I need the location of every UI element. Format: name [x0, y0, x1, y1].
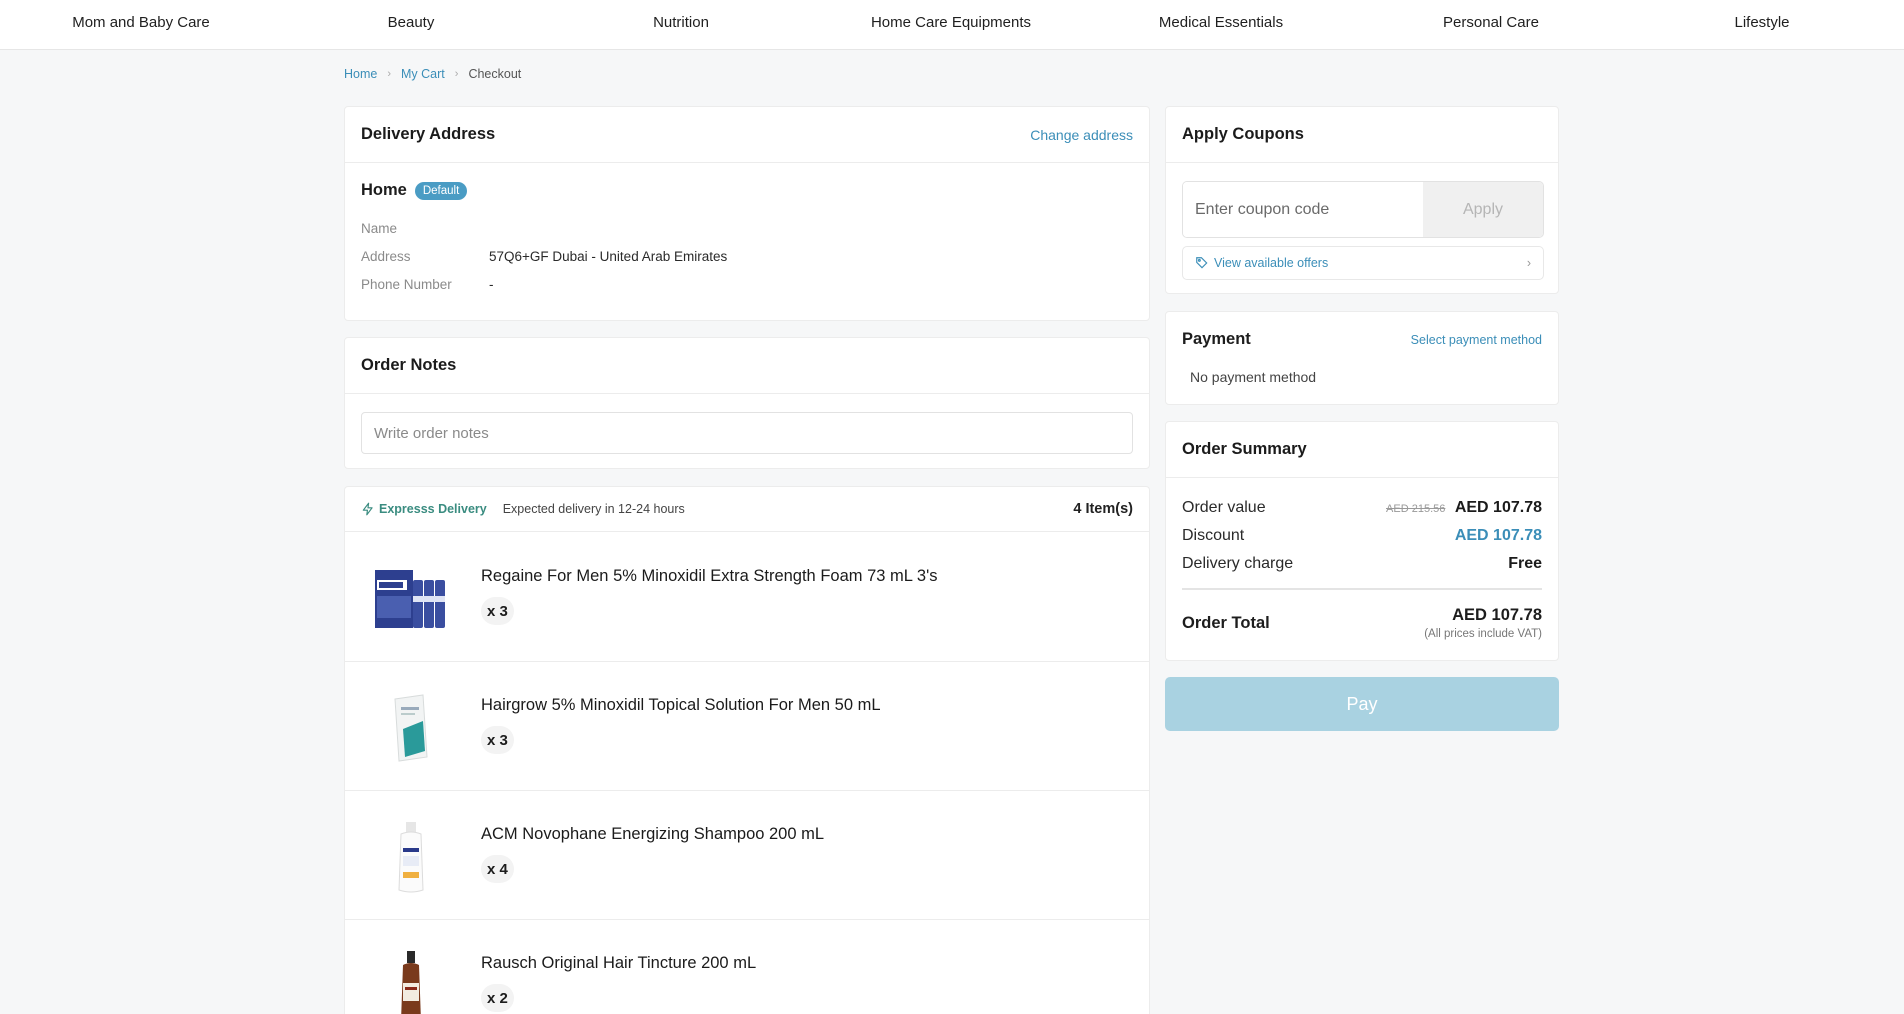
cart-item[interactable]: Regaine For Men 5% Minoxidil Extra Stren… [345, 533, 1149, 662]
expected-delivery-text: Expected delivery in 12-24 hours [502, 502, 685, 516]
default-badge: Default [414, 181, 468, 200]
address-details: Home Default Name Address 57Q6+GF Dubai … [345, 163, 1149, 316]
view-offers-link[interactable]: View available offers › [1182, 246, 1544, 280]
info-row-name: Name [361, 214, 1133, 242]
delivery-charge-row: Delivery charge Free [1182, 552, 1542, 576]
payment-title: Payment [1182, 330, 1251, 348]
nav-item-nutrition[interactable]: Nutrition [653, 0, 709, 50]
nav-item-personal-care[interactable]: Personal Care [1443, 0, 1539, 50]
original-price: AED 215.56 [1386, 503, 1446, 515]
top-navigation: Mom and Baby Care Beauty Nutrition Home … [0, 0, 1904, 50]
product-name[interactable]: ACM Novophane Energizing Shampoo 200 mL [481, 825, 824, 844]
cart-items-card: Expresss Delivery Expected delivery in 1… [344, 486, 1150, 1014]
quantity-badge: x 4 [481, 855, 514, 883]
discount-row: Discount AED 107.78 [1182, 524, 1542, 548]
phone-value: - [489, 276, 494, 292]
product-name[interactable]: Rausch Original Hair Tincture 200 mL [481, 954, 756, 973]
no-payment-method-text: No payment method [1190, 369, 1317, 385]
summary-divider [1182, 588, 1542, 590]
quantity-badge: x 3 [481, 726, 514, 754]
payment-card: Payment Select payment method No payment… [1165, 311, 1559, 405]
express-delivery-label: Expresss Delivery [379, 502, 487, 516]
coupon-field-group: Apply [1182, 181, 1544, 238]
product-image-acm-shampoo[interactable] [373, 821, 449, 893]
item-count: 4 Item(s) [1073, 501, 1133, 517]
nav-item-mom-baby-care[interactable]: Mom and Baby Care [72, 0, 210, 50]
breadcrumb-home[interactable]: Home [344, 67, 377, 81]
order-notes-input[interactable] [361, 412, 1133, 454]
breadcrumb-my-cart[interactable]: My Cart [401, 67, 445, 81]
info-row-phone: Phone Number - [361, 270, 1133, 298]
order-summary-title: Order Summary [1182, 440, 1307, 458]
delivery-address-header: Delivery Address Change address [345, 107, 1149, 163]
express-delivery: Expresss Delivery [361, 502, 487, 516]
address-label: Home [361, 181, 407, 199]
order-notes-header: Order Notes [345, 338, 1149, 394]
change-address-link[interactable]: Change address [1030, 127, 1133, 143]
phone-key: Phone Number [361, 276, 452, 292]
delivery-address-card: Delivery Address Change address Home Def… [344, 106, 1150, 321]
address-value: 57Q6+GF Dubai - United Arab Emirates [489, 248, 728, 264]
order-notes-title: Order Notes [361, 356, 457, 374]
lightning-icon [362, 502, 373, 516]
payment-header: Payment Select payment method [1182, 330, 1542, 349]
discount-value: AED 107.78 [1454, 527, 1542, 544]
delivery-address-title: Delivery Address [361, 125, 496, 143]
name-key: Name [361, 220, 398, 236]
apply-coupons-card: Apply Coupons Apply View available offer… [1165, 106, 1559, 294]
quantity-badge: x 2 [481, 984, 514, 1012]
product-name[interactable]: Hairgrow 5% Minoxidil Topical Solution F… [481, 696, 881, 715]
breadcrumb-checkout: Checkout [468, 67, 522, 81]
apply-coupons-header: Apply Coupons [1166, 107, 1558, 163]
tag-icon [1196, 257, 1208, 269]
chevron-right-icon: › [454, 68, 459, 80]
cart-item[interactable]: ACM Novophane Energizing Shampoo 200 mL … [345, 791, 1149, 920]
cart-item[interactable]: Rausch Original Hair Tincture 200 mL x 2 [345, 920, 1149, 1014]
breadcrumb: Home › My Cart › Checkout [344, 65, 521, 83]
delivery-charge-value: Free [1508, 555, 1542, 572]
cart-item[interactable]: Hairgrow 5% Minoxidil Topical Solution F… [345, 662, 1149, 791]
pay-button[interactable]: Pay [1165, 677, 1559, 731]
order-value-label: Order value [1182, 499, 1266, 516]
select-payment-method-link[interactable]: Select payment method [1411, 333, 1542, 347]
vat-note: (All prices include VAT) [1424, 628, 1542, 640]
nav-item-medical-essentials[interactable]: Medical Essentials [1159, 0, 1283, 50]
order-summary-card: Order Summary Order value AED 215.56 AED… [1165, 421, 1559, 661]
nav-item-beauty[interactable]: Beauty [388, 0, 435, 50]
chevron-right-icon: › [387, 68, 392, 80]
order-value-row: Order value AED 215.56 AED 107.78 [1182, 496, 1542, 520]
discount-label: Discount [1182, 527, 1245, 544]
info-row-address: Address 57Q6+GF Dubai - United Arab Emir… [361, 242, 1133, 270]
order-total-label: Order Total [1182, 614, 1270, 632]
coupon-code-input[interactable] [1183, 182, 1423, 237]
product-name[interactable]: Regaine For Men 5% Minoxidil Extra Stren… [481, 567, 938, 586]
nav-item-lifestyle[interactable]: Lifestyle [1734, 0, 1789, 50]
chevron-right-icon: › [1526, 256, 1531, 270]
quantity-badge: x 3 [481, 597, 514, 625]
product-image-rausch-tincture[interactable] [373, 950, 449, 1014]
order-notes-card: Order Notes [344, 337, 1150, 469]
order-total-value: AED 107.78 [1452, 606, 1542, 624]
nav-item-home-care-equipments[interactable]: Home Care Equipments [871, 0, 1031, 50]
address-key: Address [361, 248, 411, 264]
product-image-hairgrow[interactable] [373, 692, 449, 764]
product-image-regaine[interactable] [373, 563, 449, 635]
order-summary-header: Order Summary [1166, 422, 1558, 478]
items-header: Expresss Delivery Expected delivery in 1… [345, 487, 1149, 532]
order-value: AED 107.78 [1454, 499, 1542, 516]
view-offers-label: View available offers [1214, 256, 1329, 270]
apply-coupon-button[interactable]: Apply [1423, 182, 1543, 237]
delivery-charge-label: Delivery charge [1182, 555, 1294, 572]
apply-coupons-title: Apply Coupons [1182, 125, 1304, 143]
